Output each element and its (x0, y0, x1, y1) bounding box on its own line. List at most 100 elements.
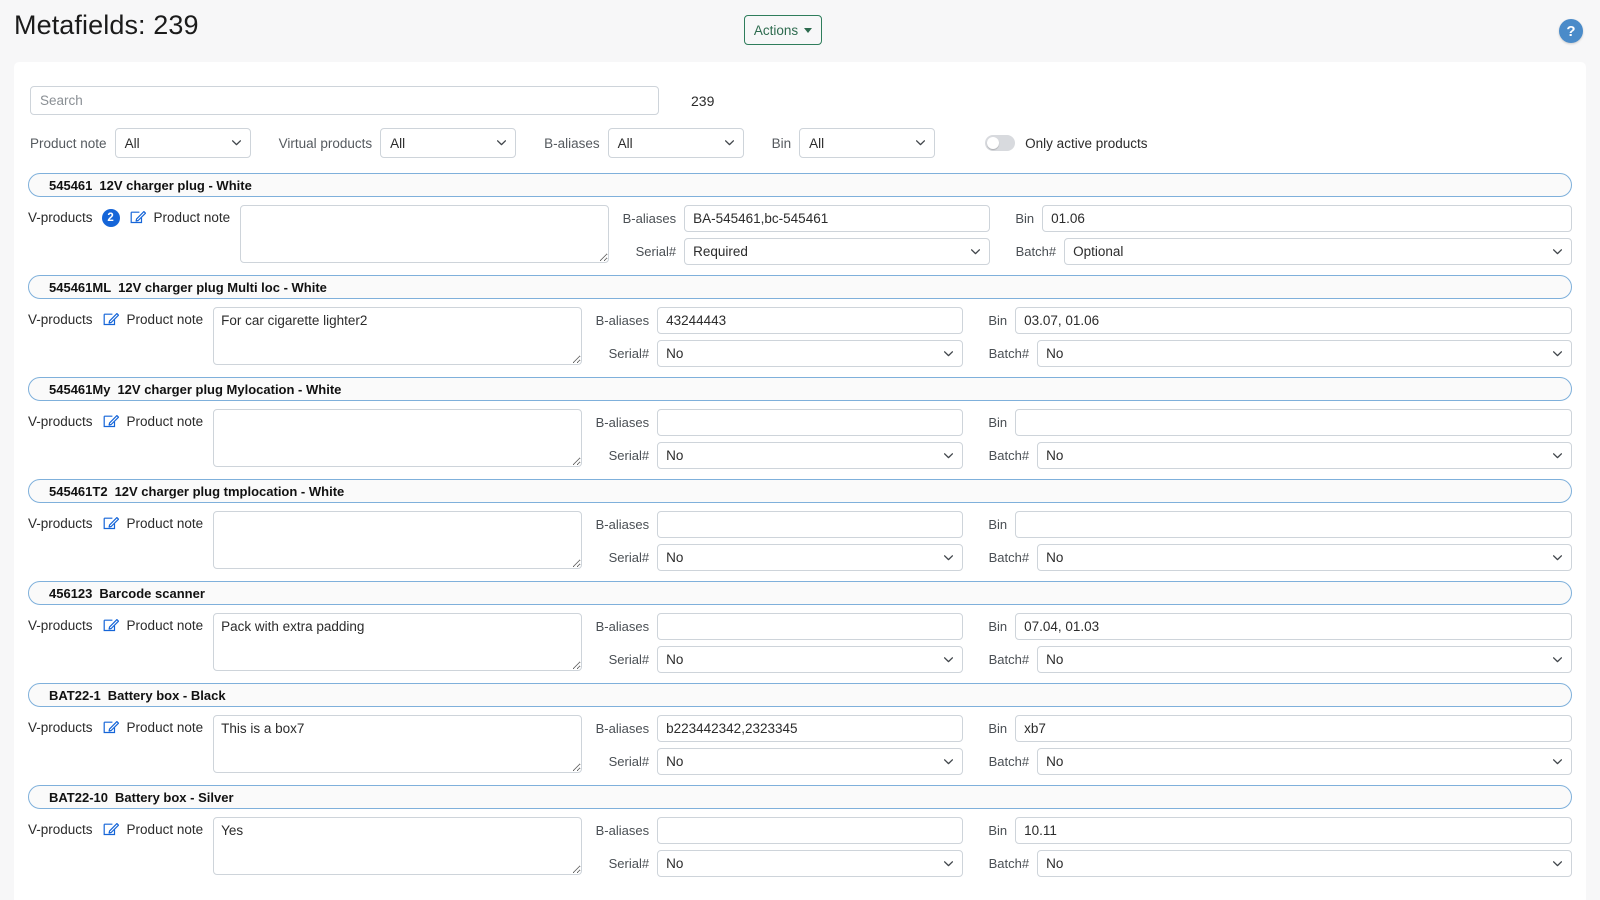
batch-select[interactable]: No (1037, 340, 1572, 367)
filter-row-selects: Product note All Virtual products All (30, 128, 1570, 158)
b-aliases-bin-line: B-aliases Bin (591, 307, 1572, 334)
b-aliases-input[interactable] (657, 511, 963, 538)
batch-value: No (1046, 346, 1063, 361)
edit-pencil-icon[interactable] (103, 821, 119, 837)
b-aliases-input[interactable] (657, 307, 963, 334)
filter-row-search: 239 (30, 86, 1570, 115)
serial-label: Serial# (591, 448, 649, 463)
filter-b-aliases-select-wrap: All (608, 128, 744, 158)
product-right-fields: B-aliases Bin Serial# No Batch# No (591, 511, 1572, 571)
b-aliases-bin-line: B-aliases Bin (591, 715, 1572, 742)
product-header[interactable]: 545461My 12V charger plug Mylocation - W… (28, 377, 1572, 401)
bin-label: Bin (977, 313, 1007, 328)
b-aliases-input[interactable] (657, 715, 963, 742)
product-right-fields: B-aliases Bin Serial# No Batch# No (591, 715, 1572, 775)
product-note-textarea[interactable] (213, 715, 582, 773)
bin-input[interactable] (1015, 715, 1572, 742)
filter-product-note-select[interactable]: All (115, 128, 251, 158)
product-name: 12V charger plug Mylocation - White (117, 382, 341, 397)
product-left-fields: V-products Product note (28, 817, 582, 875)
search-input[interactable] (30, 86, 659, 115)
product-note-textarea[interactable] (240, 205, 609, 263)
serial-value: No (666, 448, 683, 463)
serial-select[interactable]: Required (684, 238, 990, 265)
edit-pencil-icon[interactable] (103, 617, 119, 633)
bin-input[interactable] (1015, 817, 1572, 844)
product-header[interactable]: 456123 Barcode scanner (28, 581, 1572, 605)
edit-pencil-icon[interactable] (103, 515, 119, 531)
product-note-textarea[interactable] (213, 817, 582, 875)
chevron-down-icon (944, 657, 953, 663)
actions-button[interactable]: Actions (744, 15, 822, 45)
chevron-down-icon (944, 351, 953, 357)
serial-label: Serial# (591, 856, 649, 871)
batch-select[interactable]: No (1037, 544, 1572, 571)
product-right-fields: B-aliases Bin Serial# No Batch# No (591, 817, 1572, 877)
chevron-down-icon (971, 249, 980, 255)
v-products-label: V-products (28, 312, 93, 327)
edit-pencil-icon[interactable] (103, 719, 119, 735)
serial-select[interactable]: No (657, 646, 963, 673)
product-name: Battery box - Silver (115, 790, 234, 805)
filter-bar: 239 Product note All Virtual products (14, 62, 1586, 158)
product-note-textarea[interactable] (213, 307, 582, 365)
product-header[interactable]: 545461T2 12V charger plug tmplocation - … (28, 479, 1572, 503)
product-right-fields: B-aliases Bin Serial# No Batch# No (591, 409, 1572, 469)
help-circle-icon[interactable]: ? (1559, 19, 1583, 43)
b-aliases-input[interactable] (657, 817, 963, 844)
b-aliases-input[interactable] (657, 409, 963, 436)
edit-pencil-icon[interactable] (130, 209, 146, 225)
b-aliases-label: B-aliases (591, 415, 649, 430)
serial-select[interactable]: No (657, 850, 963, 877)
bin-input[interactable] (1042, 205, 1572, 232)
product-body: V-products Product note B-aliases Bin Se… (14, 299, 1586, 377)
product-body: V-products Product note B-aliases Bin Se… (14, 401, 1586, 479)
bin-input[interactable] (1015, 613, 1572, 640)
bin-input[interactable] (1015, 511, 1572, 538)
product-right-fields: B-aliases Bin Serial# No Batch# No (591, 613, 1572, 673)
batch-select[interactable]: No (1037, 646, 1572, 673)
edit-pencil-icon[interactable] (103, 311, 119, 327)
bin-input[interactable] (1015, 307, 1572, 334)
product-note-label: Product note (127, 414, 204, 429)
serial-label: Serial# (591, 550, 649, 565)
serial-select[interactable]: No (657, 748, 963, 775)
bin-input[interactable] (1015, 409, 1572, 436)
b-aliases-label: B-aliases (591, 313, 649, 328)
batch-label: Batch# (977, 346, 1029, 361)
filter-b-aliases-label: B-aliases (544, 136, 600, 151)
product-header[interactable]: BAT22-1 Battery box - Black (28, 683, 1572, 707)
serial-select[interactable]: No (657, 340, 963, 367)
batch-select[interactable]: Optional (1064, 238, 1572, 265)
product-note-textarea[interactable] (213, 613, 582, 671)
b-aliases-input[interactable] (657, 613, 963, 640)
product-note-textarea[interactable] (213, 409, 582, 467)
batch-value: No (1046, 448, 1063, 463)
filter-virtual-products-select[interactable]: All (380, 128, 516, 158)
v-products-label: V-products (28, 414, 93, 429)
filter-bin-select[interactable]: All (799, 128, 935, 158)
batch-select[interactable]: No (1037, 442, 1572, 469)
only-active-products-toggle[interactable] (985, 135, 1015, 151)
chevron-down-icon (1553, 657, 1562, 663)
serial-select[interactable]: No (657, 544, 963, 571)
chevron-down-icon (1553, 861, 1562, 867)
product-row: BAT22-10 Battery box - Silver V-products… (14, 785, 1586, 887)
product-header[interactable]: 545461 12V charger plug - White (28, 173, 1572, 197)
serial-select[interactable]: No (657, 442, 963, 469)
b-aliases-label: B-aliases (591, 619, 649, 634)
product-body: V-products Product note B-aliases Bin Se… (14, 809, 1586, 887)
product-left-fields: V-products 2 Product note (28, 205, 609, 263)
product-header[interactable]: BAT22-10 Battery box - Silver (28, 785, 1572, 809)
batch-select[interactable]: No (1037, 748, 1572, 775)
product-name: 12V charger plug Multi loc - White (118, 280, 327, 295)
product-list: 545461 12V charger plug - White V-produc… (14, 173, 1586, 887)
v-products-count-badge[interactable]: 2 (102, 209, 120, 227)
product-note-textarea[interactable] (213, 511, 582, 569)
batch-select[interactable]: No (1037, 850, 1572, 877)
edit-pencil-icon[interactable] (103, 413, 119, 429)
product-sku: 456123 (49, 586, 92, 601)
filter-b-aliases-select[interactable]: All (608, 128, 744, 158)
product-header[interactable]: 545461ML 12V charger plug Multi loc - Wh… (28, 275, 1572, 299)
b-aliases-input[interactable] (684, 205, 990, 232)
